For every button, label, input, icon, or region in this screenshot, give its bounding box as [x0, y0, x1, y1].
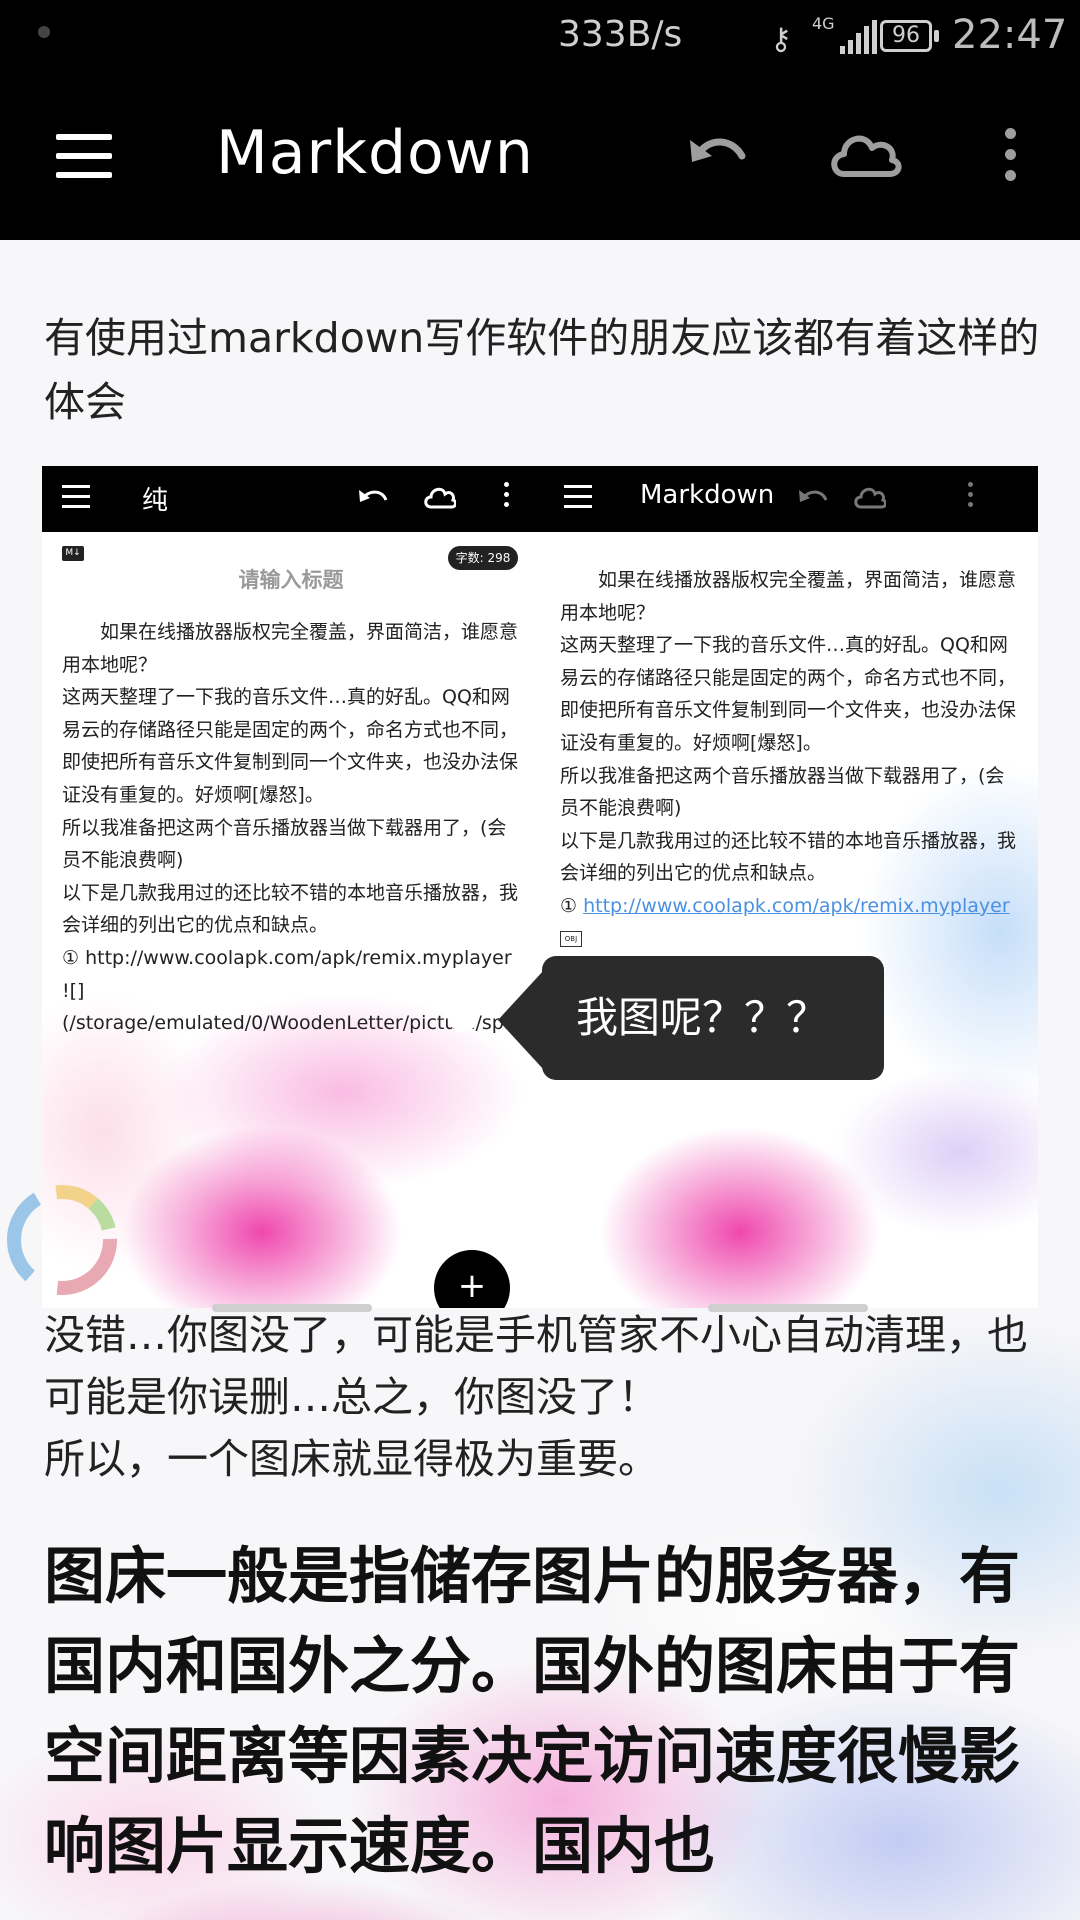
mini-menu-icon: [62, 485, 90, 509]
key-icon: ⚷: [770, 22, 792, 57]
app-title: Markdown: [216, 118, 534, 188]
mini-undo-icon: [359, 490, 388, 502]
markdown-badge: M↓: [62, 546, 84, 561]
right-mini-app-bar: Markdown: [540, 466, 1038, 532]
preview-link-prefix: ①: [560, 894, 584, 917]
cloud-icon[interactable]: [826, 126, 902, 182]
right-mini-title: Markdown: [640, 480, 775, 510]
tooltip-arrow: [498, 970, 544, 1070]
pointer-dot: [448, 1002, 478, 1032]
right-preview-text: 如果在线播放器版权完全覆盖，界面简洁，谁愿意用本地呢？ 这两天整理了一下我的音乐…: [560, 564, 1022, 955]
intro-paragraph: 有使用过markdown写作软件的朋友应该都有着这样的体会: [44, 314, 1040, 426]
net-speed: 333B/s: [558, 14, 683, 55]
embedded-screenshot[interactable]: 纯 Markdown M↓ 字数: 298 请输入标题 如果在线播放器版权完全覆…: [42, 466, 1038, 1308]
network-type: 4G: [812, 14, 835, 33]
tooltip-bubble: 我图呢？？？: [542, 956, 884, 1080]
more-icon[interactable]: [998, 128, 1022, 182]
mini-more-icon: [504, 482, 510, 512]
battery-icon: 96: [880, 20, 932, 52]
mini-menu-icon: [564, 485, 592, 509]
title-placeholder: 请输入标题: [238, 568, 344, 592]
mini-more-icon: [968, 482, 974, 512]
broken-image-obj-icon: OBJ: [560, 931, 582, 948]
status-bar: 333B/s ⚷ 4G 96 22:47: [0, 0, 1080, 76]
mini-cloud-icon: [424, 487, 456, 509]
left-mini-title: 纯: [142, 486, 169, 516]
after-paragraph: 没错…你图没了，可能是手机管家不小心自动清理，也可能是你误删…总之，你图没了！ …: [44, 1311, 1028, 1483]
section-heading: 图床一般是指储存图片的服务器，有国内和国外之分。国外的图床由于有空间距离等因素决…: [44, 1541, 1021, 1882]
article-content: 有使用过markdown写作软件的朋友应该都有着这样的体会 纯 Markdown…: [0, 240, 1080, 1920]
mini-cloud-icon: [854, 487, 886, 509]
notification-dot-icon: [38, 26, 50, 38]
floating-ball-icon[interactable]: [0, 1178, 124, 1302]
preview-body: 如果在线播放器版权完全覆盖，界面简洁，谁愿意用本地呢？ 这两天整理了一下我的音乐…: [560, 569, 1017, 885]
app-bar: Markdown: [0, 76, 1080, 240]
preview-link: http://www.coolapk.com/apk/remix.myplaye…: [583, 894, 1010, 917]
mini-undo-icon: [799, 490, 828, 502]
left-mini-app-bar: 纯: [42, 466, 540, 532]
menu-icon[interactable]: [56, 134, 112, 178]
left-editor-text: 如果在线播放器版权完全覆盖，界面简洁，谁愿意用本地呢？ 这两天整理了一下我的音乐…: [62, 621, 766, 1035]
battery-cap: [934, 30, 939, 42]
undo-icon[interactable]: [686, 126, 748, 180]
clock: 22:47: [952, 12, 1068, 58]
